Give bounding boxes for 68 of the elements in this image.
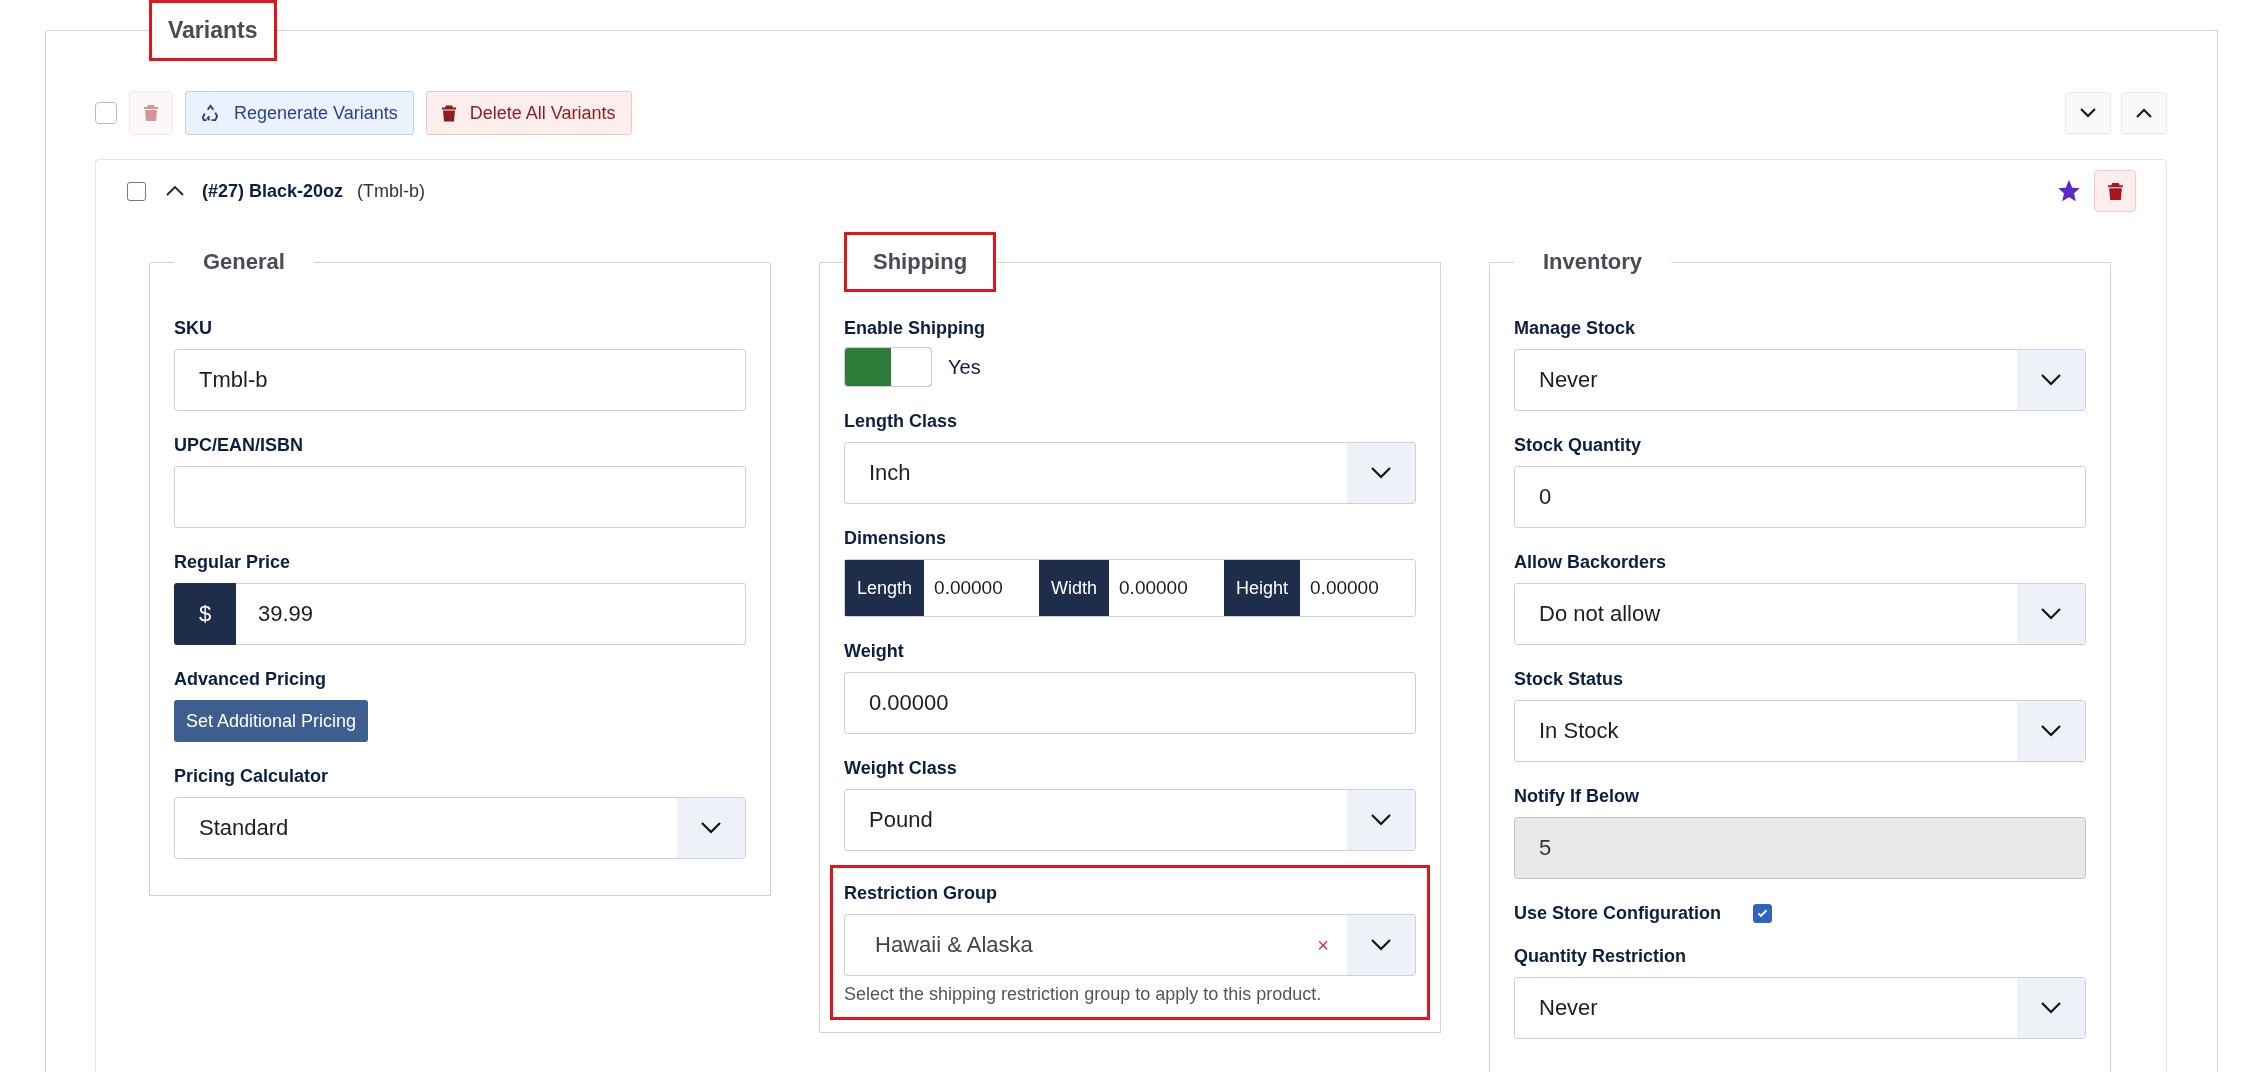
recycle-icon <box>201 103 220 123</box>
set-pricing-button[interactable]: Set Additional Pricing <box>174 700 369 742</box>
section-title: Shipping <box>844 232 997 292</box>
select-field[interactable]: Never <box>1514 977 2086 1039</box>
variant-sku: (Tmbl-b) <box>357 180 426 202</box>
select-field[interactable]: Pound <box>844 789 1416 851</box>
field-label: Use Store Configuration <box>1514 903 1721 924</box>
field-label: Enable Shipping <box>844 318 986 339</box>
regenerate-variants-button[interactable]: Regenerate Variants <box>185 91 414 135</box>
text-field[interactable]: 0.00000 <box>844 672 1416 734</box>
chevron-down-icon <box>1371 814 1391 826</box>
variant-title: (#27) Black-20oz <box>202 180 344 202</box>
chevron-down-icon <box>2041 1002 2061 1014</box>
field-label: Quantity Restriction <box>1514 946 1688 967</box>
select-all-checkbox[interactable] <box>95 102 117 124</box>
delete-all-variants-button[interactable]: Delete All Variants <box>425 91 632 135</box>
text-field[interactable]: Tmbl-b <box>174 349 746 411</box>
field-label: Length Class <box>844 411 959 432</box>
chevron-down-icon <box>1371 467 1391 479</box>
text-field[interactable] <box>174 466 746 528</box>
field-label: Dimensions <box>844 528 948 549</box>
field-label: UPC/EAN/ISBN <box>174 435 304 456</box>
trash-icon <box>144 105 158 121</box>
chevron-down-icon <box>1371 939 1391 951</box>
chevron-down-icon <box>2041 608 2061 620</box>
field-label: SKU <box>174 318 213 339</box>
chevron-up-icon <box>2136 108 2152 118</box>
select-field[interactable]: Standard <box>174 797 746 859</box>
section-title: General <box>202 248 286 276</box>
expand-all-button[interactable] <box>2065 92 2111 134</box>
field-label: Regular Price <box>174 552 292 573</box>
currency-prefix: $ <box>174 583 236 645</box>
caret-icon[interactable] <box>166 186 184 196</box>
help-text: Select the shipping restriction group to apply to this product. <box>844 984 1323 1005</box>
price-field[interactable]: 39.99 <box>236 583 746 645</box>
select-field[interactable]: In Stock <box>1514 700 2086 762</box>
field-label: Weight <box>844 641 905 662</box>
field-label: Stock Status <box>1514 669 1625 690</box>
trash-icon <box>441 104 456 122</box>
field-label: Advanced Pricing <box>174 669 328 690</box>
toggle-switch[interactable] <box>844 347 932 387</box>
field-label: Restriction Group <box>844 883 998 904</box>
section-title: Inventory <box>1542 248 1644 276</box>
field-label: Stock Quantity <box>1514 435 1643 456</box>
chevron-down-icon <box>2080 108 2096 118</box>
field-label: Pricing Calculator <box>174 766 330 787</box>
clear-button[interactable]: × <box>1317 933 1329 957</box>
panel-title: Variants <box>149 0 277 61</box>
checkbox[interactable] <box>1753 904 1772 923</box>
chevron-down-icon <box>2041 374 2061 386</box>
field-label: Manage Stock <box>1514 318 1637 339</box>
select-field[interactable]: Never <box>1514 349 2086 411</box>
variant-checkbox[interactable] <box>127 181 146 201</box>
collapse-all-button[interactable] <box>2121 92 2167 134</box>
trash-icon <box>2107 182 2123 200</box>
delete-variant-button[interactable] <box>2094 170 2136 212</box>
select-field[interactable]: Do not allow <box>1514 583 2086 645</box>
chevron-down-icon <box>701 822 721 834</box>
toggle-label: Yes <box>948 355 981 379</box>
select-field[interactable]: Hawaii & Alaska × <box>844 914 1416 976</box>
field-label: Weight Class <box>844 758 958 779</box>
field-label: Notify If Below <box>1514 786 1640 807</box>
text-field[interactable]: 0 <box>1514 466 2086 528</box>
star-icon[interactable] <box>2058 180 2080 202</box>
select-field[interactable]: Inch <box>844 442 1416 504</box>
check-icon <box>1756 907 1769 920</box>
field-label: Allow Backorders <box>1514 552 1668 573</box>
chevron-down-icon <box>2041 725 2061 737</box>
